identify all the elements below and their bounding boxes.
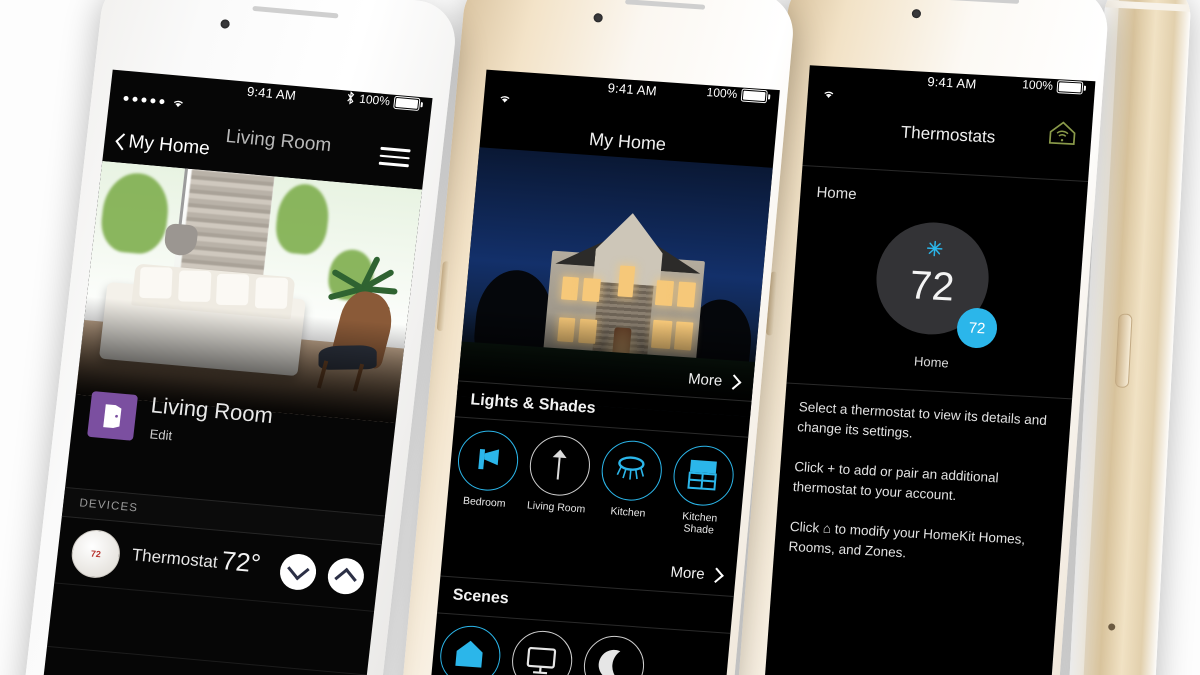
chevron-up-icon xyxy=(334,567,357,591)
signal-dot xyxy=(141,97,147,103)
tile-label: Bedroom xyxy=(462,494,507,510)
wifi-icon xyxy=(500,96,510,103)
thermostat-setpoint-badge[interactable]: 72 xyxy=(955,306,999,350)
tile-label: Living Room xyxy=(526,499,586,516)
wifi-icon xyxy=(824,91,834,98)
temperature-decrease-button[interactable] xyxy=(278,552,319,592)
earpiece-speaker xyxy=(940,0,1020,4)
tile-label: Kitchen xyxy=(609,505,646,520)
tile-living-room[interactable]: Living Room xyxy=(524,433,594,528)
wall-sconce-icon xyxy=(455,428,521,493)
scenes-tile-row: Home Movie xyxy=(429,623,729,675)
battery-percent-label: 100% xyxy=(358,91,391,109)
thermostat-label: Home xyxy=(913,353,950,371)
divider xyxy=(802,165,1089,183)
back-button-label: My Home xyxy=(127,131,211,160)
signal-dot xyxy=(132,96,138,102)
lights-tile-row: Bedroom Living Room Kitchen Kitchen Shad… xyxy=(446,428,780,538)
tile-scene-movie[interactable]: Movie xyxy=(507,628,576,675)
divider xyxy=(786,382,1073,400)
section-label-home: Home xyxy=(815,183,858,204)
tile-scene-goodnight[interactable]: Goodnight xyxy=(579,633,648,675)
front-camera xyxy=(911,8,922,19)
section-title-scenes: Scenes xyxy=(451,586,510,608)
tile-scene-home[interactable]: Home xyxy=(435,623,504,675)
door-icon xyxy=(87,390,139,441)
help-text-line-2: Click + to add or pair an additional the… xyxy=(792,459,1000,504)
phone-1-screen: 9:41 AM 100% My Home Living Room Living … xyxy=(37,69,433,675)
signal-dot xyxy=(159,98,165,105)
phone-2-screen: 9:41 AM 100% My Home More Lights & Shade… xyxy=(425,69,780,675)
signal-dot xyxy=(150,98,156,104)
moon-icon xyxy=(581,633,647,675)
tile-bedroom[interactable]: Bedroom xyxy=(452,428,522,523)
room-name: Living Room xyxy=(149,392,275,429)
phone-2-my-home: 9:41 AM 100% My Home More Lights & Shade… xyxy=(397,0,797,675)
more-label: More xyxy=(669,563,706,583)
phone-3-thermostats: 9:41 AM 100% Thermostats Home 72 72 Home… xyxy=(733,0,1111,675)
house-icon xyxy=(437,623,503,675)
signal-dot xyxy=(123,95,129,102)
status-bar-left xyxy=(497,93,512,105)
tile-label: Kitchen Shade xyxy=(681,510,718,537)
hamburger-menu-icon[interactable] xyxy=(378,142,411,172)
chevron-down-icon xyxy=(287,557,310,581)
status-bar-left xyxy=(123,93,186,109)
battery-icon xyxy=(1056,79,1084,95)
temperature-increase-button[interactable] xyxy=(325,556,366,596)
power-button[interactable] xyxy=(436,261,450,332)
scene-background: 9:41 AM 100% Thermostats Home 72 72 Home… xyxy=(0,0,1200,675)
tile-kitchen[interactable]: Kitchen xyxy=(595,438,665,533)
status-bar-left xyxy=(821,88,836,100)
back-button-my-home[interactable]: My Home xyxy=(113,130,211,160)
homekit-house-wifi-icon[interactable] xyxy=(1046,119,1078,152)
phone-4-power-button[interactable] xyxy=(1114,313,1133,389)
thermostat-current-temperature: 72 xyxy=(908,263,956,310)
front-camera xyxy=(220,19,231,29)
phone-3-screen: 9:41 AM 100% Thermostats Home 72 72 Home… xyxy=(759,65,1096,675)
battery-icon xyxy=(393,95,421,111)
more-label: More xyxy=(687,370,723,390)
tile-kitchen-shade[interactable]: Kitchen Shade xyxy=(667,443,737,538)
wifi-icon xyxy=(173,100,183,108)
earpiece-speaker xyxy=(252,5,339,19)
earpiece-speaker xyxy=(625,0,706,10)
chevron-right-icon xyxy=(708,567,724,584)
battery-percent-label: 100% xyxy=(1021,77,1054,93)
television-icon xyxy=(509,628,575,675)
front-camera xyxy=(593,13,604,23)
chevron-left-icon xyxy=(115,133,126,151)
snowflake-icon xyxy=(925,239,945,263)
floor-lamp-icon xyxy=(527,433,593,498)
help-text-line-1: Select a thermostat to view its details … xyxy=(796,399,1048,441)
battery-percent-label: 100% xyxy=(706,85,738,102)
hero-more-link[interactable]: More xyxy=(687,370,742,391)
page-title: Living Room xyxy=(224,126,333,157)
help-text-line-3: Click ⌂ to modify your HomeKit Homes, Ro… xyxy=(787,518,1026,561)
lights-more-link[interactable]: More xyxy=(669,563,724,585)
phone-1-living-room: 9:41 AM 100% My Home Living Room Living … xyxy=(19,0,460,675)
bluetooth-icon xyxy=(347,91,355,105)
device-temperature: 72° xyxy=(219,545,263,579)
window-blind-icon xyxy=(670,443,737,508)
battery-icon xyxy=(740,87,768,103)
thermostat-thumbnail: 72 xyxy=(69,527,123,580)
phone-4-microphone xyxy=(1108,623,1116,631)
edit-link[interactable]: Edit xyxy=(149,426,173,443)
pendant-light-icon xyxy=(599,438,665,503)
device-name: Thermostat xyxy=(130,545,219,572)
